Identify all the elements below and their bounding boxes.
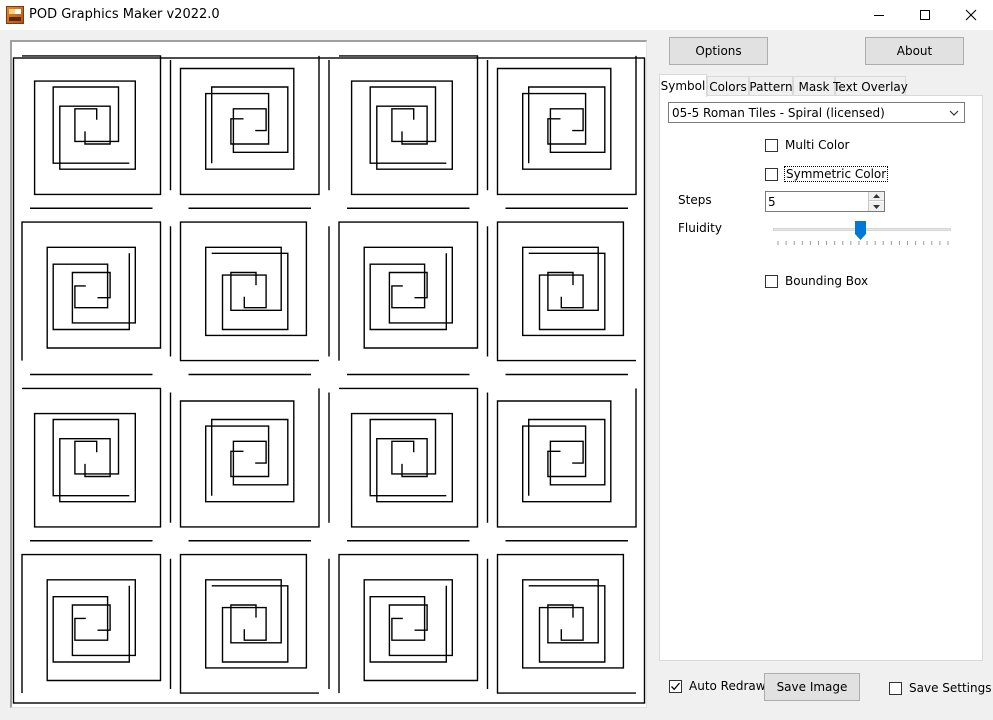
symmetric-color-label: Symmetric Color (783, 166, 889, 182)
symbol-select-value: 05-5 Roman Tiles - Spiral (licensed) (672, 106, 885, 120)
steps-value[interactable]: 5 (768, 195, 776, 209)
tab-text-overlay[interactable]: Text Overlay (833, 76, 908, 96)
spiral-tile (21, 221, 162, 361)
multi-color-label: Multi Color (785, 138, 850, 152)
spiral-tile (179, 55, 320, 196)
spiral-tile (179, 553, 319, 694)
caret-up-icon (873, 194, 880, 198)
spiral-tile-inner (211, 585, 289, 663)
bounding-box-checkbox[interactable]: Bounding Box (765, 274, 868, 288)
chevron-down-icon (949, 110, 959, 116)
tab-mask[interactable]: Mask (793, 76, 835, 96)
tab-pattern[interactable]: Pattern (749, 76, 793, 96)
auto-redraw-box[interactable] (669, 679, 682, 693)
spin-up-button[interactable] (869, 192, 884, 201)
bounding-box-label: Bounding Box (785, 274, 869, 288)
close-icon (965, 9, 977, 21)
spiral-tile (22, 55, 162, 196)
spiral-tile-inner (369, 253, 447, 331)
checkmark-icon (671, 682, 680, 690)
fluidity-label: Fluidity (678, 221, 722, 235)
tab-colors[interactable]: Colors (707, 76, 749, 96)
spiral-tile-inner (369, 86, 447, 164)
steps-label: Steps (678, 193, 712, 207)
spiral-tile (496, 553, 636, 694)
symmetric-color-checkbox[interactable]: Symmetric Color (765, 166, 889, 182)
slider-thumb[interactable] (854, 221, 866, 240)
spiral-tile (338, 553, 479, 694)
tab-symbol[interactable]: Symbol (659, 74, 707, 97)
steps-stepper[interactable]: 5 (765, 191, 885, 212)
spiral-pattern-image (12, 55, 646, 704)
spiral-tile-inner (528, 585, 606, 663)
spiral-tile (179, 221, 319, 362)
pattern-preview-canvas[interactable] (10, 40, 647, 708)
spiral-tile-inner (211, 252, 289, 331)
save-settings-checkbox[interactable]: Save Settings (889, 681, 992, 695)
spiral-tile (339, 55, 479, 196)
caret-down-icon (873, 204, 880, 209)
close-button[interactable] (948, 0, 993, 30)
maximize-button[interactable] (902, 0, 948, 30)
app-window: POD Graphics Maker v2022.0 Options About… (0, 0, 993, 720)
spiral-tile-inner (528, 418, 606, 496)
spiral-tile-inner (52, 253, 131, 331)
spiral-tile-inner (369, 585, 447, 663)
spiral-tile-inner (52, 86, 130, 164)
steps-spin-buttons (868, 192, 884, 211)
about-button[interactable]: About (865, 37, 964, 65)
minimize-button[interactable] (856, 0, 902, 30)
minimize-icon (874, 15, 884, 16)
spiral-tile (179, 388, 320, 528)
spiral-tile-inner (210, 86, 289, 164)
auto-redraw-checkbox[interactable]: Auto Redraw (669, 679, 766, 693)
spiral-tile-inner (528, 252, 606, 331)
save-settings-label: Save Settings (909, 681, 992, 695)
spiral-tile-inner (369, 418, 447, 497)
window-title: POD Graphics Maker v2022.0 (29, 7, 220, 22)
spiral-tile (339, 387, 479, 528)
spiral-tile (338, 221, 479, 361)
spiral-tile (496, 221, 636, 362)
symbol-select[interactable]: 05-5 Roman Tiles - Spiral (licensed) (668, 102, 965, 123)
save-image-button[interactable]: Save Image (764, 673, 860, 701)
spiral-tile (21, 553, 162, 694)
title-bar: POD Graphics Maker v2022.0 (0, 0, 993, 30)
spiral-tile-inner (210, 418, 289, 496)
spin-down-button[interactable] (869, 202, 884, 211)
spiral-tile (496, 55, 637, 196)
auto-redraw-label: Auto Redraw (689, 679, 766, 693)
app-logo-icon (6, 6, 24, 24)
spiral-tile-inner (52, 418, 130, 497)
fluidity-slider[interactable] (771, 220, 953, 250)
save-settings-box[interactable] (889, 681, 902, 695)
multi-color-checkbox[interactable]: Multi Color (765, 138, 849, 152)
slider-ticks (777, 241, 949, 245)
spiral-tile (22, 387, 162, 528)
spiral-tile-inner (528, 86, 606, 164)
symmetric-color-box[interactable] (765, 167, 778, 181)
bounding-box-box[interactable] (765, 274, 778, 288)
options-button[interactable]: Options (669, 37, 768, 65)
multi-color-box[interactable] (765, 138, 778, 152)
spiral-tile (496, 388, 637, 528)
spiral-tile-inner (52, 585, 131, 663)
maximize-icon (920, 10, 930, 20)
